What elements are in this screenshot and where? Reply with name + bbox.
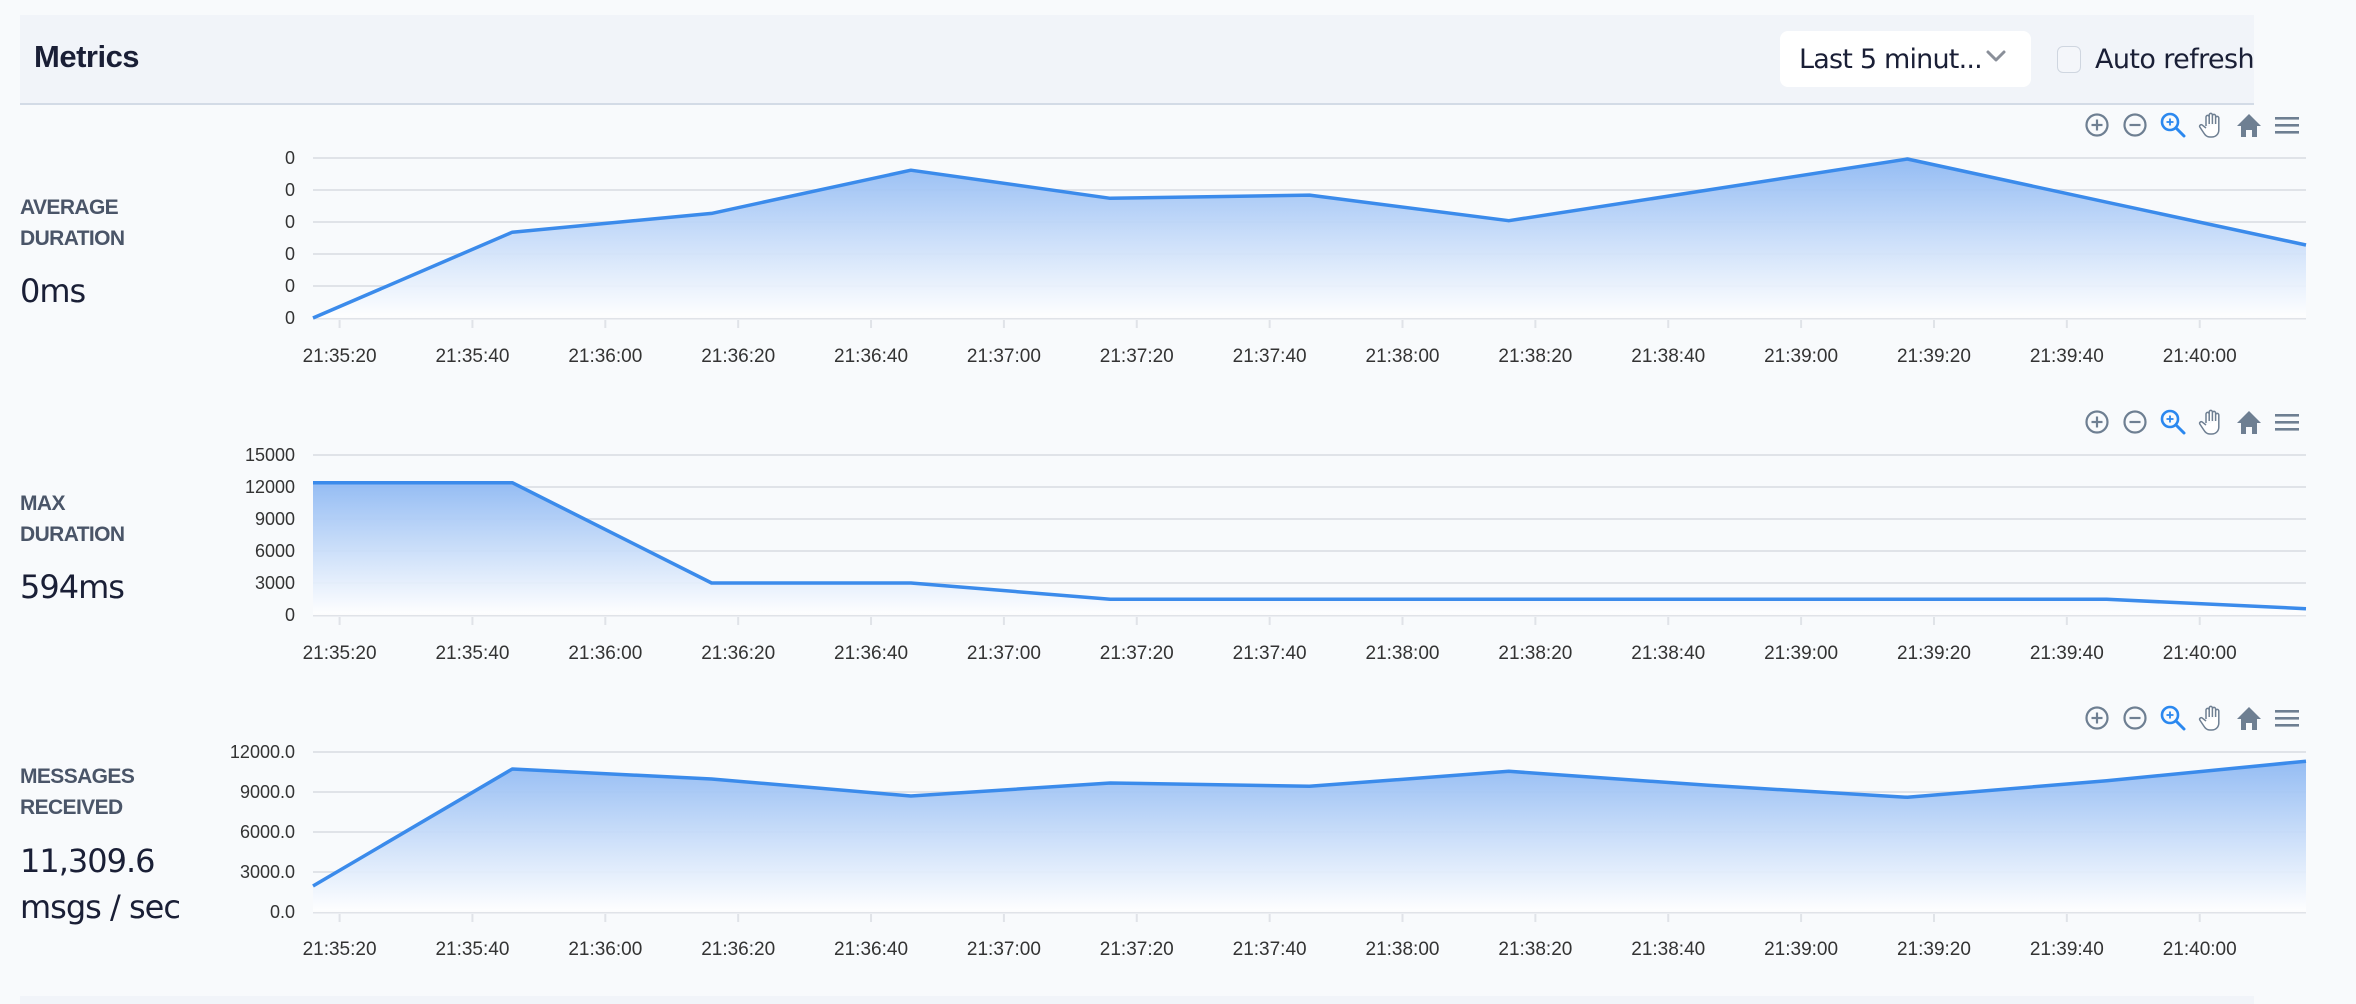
y-tick-label: 0 — [285, 605, 295, 625]
x-tick-label: 21:36:20 — [701, 346, 775, 367]
chart-1: 0 3000 6000 9000 12000 15000 21:35:20 21:35:40 2… — [245, 445, 2307, 664]
chart-2: 0.0 3000.0 6000.0 9000.0 12000.0 21:35:20 21:3… — [230, 742, 2307, 960]
x-tick-label: 21:35:20 — [303, 643, 377, 664]
x-tick-label: 21:35:20 — [303, 939, 377, 960]
charts-canvas: 0 0 0 0 0 0 21:35:20 21:35:40 21:36:00 21:36:20 21… — [230, 148, 2307, 960]
x-tick-label: 21:40:00 — [2163, 939, 2237, 960]
x-tick-label: 21:40:00 — [2163, 346, 2237, 367]
x-tick-label: 21:36:00 — [568, 346, 642, 367]
y-tick-label: 0 — [285, 308, 295, 328]
x-tick-label: 21:39:00 — [1764, 346, 1838, 367]
x-tick-label: 21:38:00 — [1366, 346, 1440, 367]
x-tick-label: 21:35:40 — [435, 939, 509, 960]
x-tick-label: 21:36:40 — [834, 643, 908, 664]
x-tick-label: 21:37:00 — [967, 939, 1041, 960]
x-tick-label: 21:38:20 — [1498, 346, 1572, 367]
y-tick-label: 3000.0 — [240, 862, 295, 882]
series-area — [313, 159, 2306, 318]
x-tick-label: 21:38:00 — [1366, 643, 1440, 664]
y-tick-label: 0 — [285, 148, 295, 168]
x-tick-label: 21:36:20 — [701, 643, 775, 664]
x-tick-label: 21:37:20 — [1100, 939, 1174, 960]
x-tick-label: 21:37:20 — [1100, 346, 1174, 367]
x-tick-label: 21:40:00 — [2163, 643, 2237, 664]
x-tick-label: 21:39:40 — [2030, 643, 2104, 664]
x-tick-label: 21:39:20 — [1897, 939, 1971, 960]
y-tick-label: 6000.0 — [240, 822, 295, 842]
x-tick-label: 21:38:40 — [1631, 643, 1705, 664]
y-tick-label: 9000.0 — [240, 782, 295, 802]
x-tick-label: 21:37:00 — [967, 346, 1041, 367]
x-tick-label: 21:37:40 — [1233, 939, 1307, 960]
next-panel-edge — [20, 996, 2254, 1004]
x-tick-label: 21:39:00 — [1764, 939, 1838, 960]
x-tick-label: 21:36:40 — [834, 346, 908, 367]
x-tick-label: 21:36:00 — [568, 643, 642, 664]
y-tick-label: 12000 — [245, 477, 295, 497]
chart-0: 0 0 0 0 0 0 21:35:20 21:35:40 21:36:00 21:36:20 21… — [285, 148, 2307, 367]
x-tick-label: 21:35:40 — [435, 643, 509, 664]
y-tick-label: 6000 — [255, 541, 295, 561]
x-tick-label: 21:36:20 — [701, 939, 775, 960]
x-tick-label: 21:38:20 — [1498, 939, 1572, 960]
y-tick-label: 12000.0 — [230, 742, 295, 762]
x-tick-label: 21:35:40 — [435, 346, 509, 367]
x-tick-label: 21:38:20 — [1498, 643, 1572, 664]
x-tick-label: 21:37:20 — [1100, 643, 1174, 664]
x-tick-label: 21:38:40 — [1631, 939, 1705, 960]
x-tick-label: 21:37:40 — [1233, 643, 1307, 664]
y-tick-label: 0 — [285, 244, 295, 264]
y-tick-label: 0 — [285, 180, 295, 200]
x-tick-label: 21:39:20 — [1897, 643, 1971, 664]
y-tick-label: 0.0 — [270, 902, 295, 922]
x-tick-label: 21:39:40 — [2030, 346, 2104, 367]
series-area — [313, 761, 2306, 912]
x-tick-label: 21:36:40 — [834, 939, 908, 960]
series-area — [313, 482, 2306, 615]
y-tick-label: 3000 — [255, 573, 295, 593]
y-tick-label: 0 — [285, 276, 295, 296]
x-tick-label: 21:37:00 — [967, 643, 1041, 664]
x-tick-label: 21:39:20 — [1897, 346, 1971, 367]
x-tick-label: 21:39:00 — [1764, 643, 1838, 664]
x-tick-label: 21:38:00 — [1366, 939, 1440, 960]
x-tick-label: 21:39:40 — [2030, 939, 2104, 960]
y-tick-label: 15000 — [245, 445, 295, 465]
y-tick-label: 9000 — [255, 509, 295, 529]
x-tick-label: 21:36:00 — [568, 939, 642, 960]
x-tick-label: 21:38:40 — [1631, 346, 1705, 367]
x-tick-label: 21:37:40 — [1233, 346, 1307, 367]
x-tick-label: 21:35:20 — [303, 346, 377, 367]
y-tick-label: 0 — [285, 212, 295, 232]
